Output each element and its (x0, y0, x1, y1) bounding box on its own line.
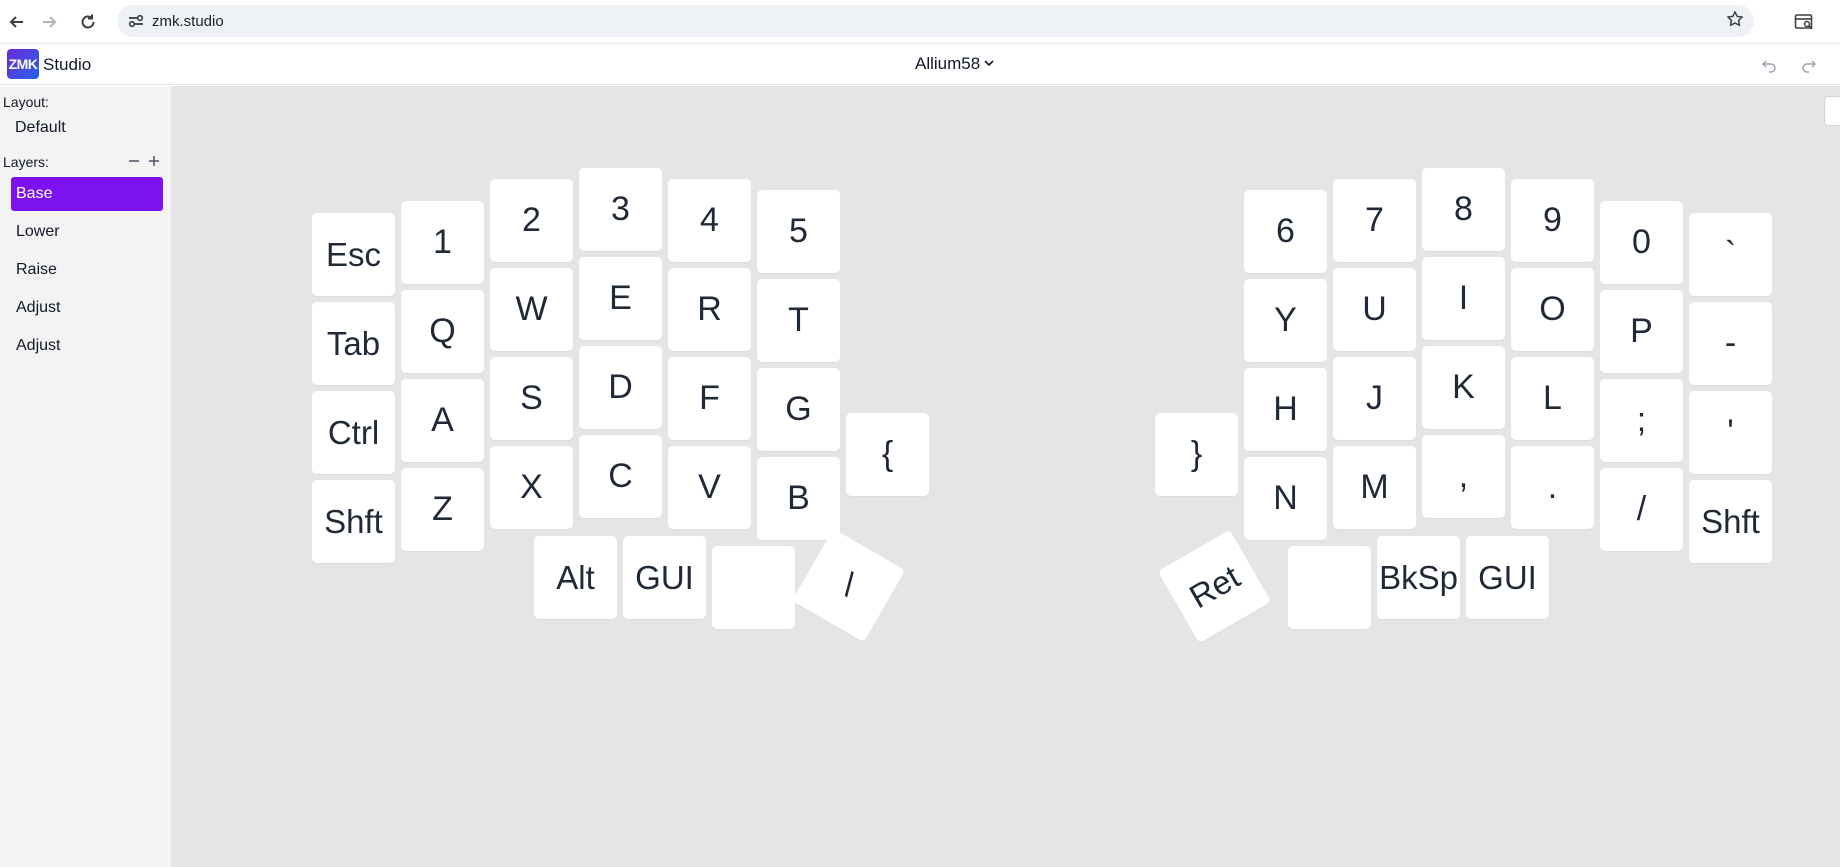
key-d[interactable]: D (579, 346, 662, 429)
key-0[interactable]: 0 (1600, 201, 1683, 284)
key-quote[interactable]: ' (1689, 391, 1772, 474)
key-w[interactable]: W (490, 268, 573, 351)
key-1[interactable]: 1 (401, 201, 484, 284)
key-p[interactable]: P (1600, 290, 1683, 373)
key-h[interactable]: H (1244, 368, 1327, 451)
key-right-thumb-blank[interactable] (1288, 546, 1371, 629)
key-l[interactable]: L (1511, 357, 1594, 440)
redo-icon[interactable] (1798, 54, 1820, 76)
layer-item-raise[interactable]: Raise (11, 253, 163, 287)
key-backspace[interactable]: BkSp (1377, 536, 1460, 619)
layers-list: Base Lower Raise Adjust Adjust (11, 177, 163, 367)
key-f[interactable]: F (668, 357, 751, 440)
key-v[interactable]: V (668, 446, 751, 529)
app-header: ZMK Studio Allium58 (0, 45, 1840, 85)
key-left-thumb-blank[interactable] (712, 546, 795, 629)
key-right-gui[interactable]: GUI (1466, 536, 1549, 619)
layers-label: Layers: (3, 154, 49, 170)
key-m[interactable]: M (1333, 446, 1416, 529)
key-6[interactable]: 6 (1244, 190, 1327, 273)
key-left-gui[interactable]: GUI (623, 536, 706, 619)
key-n[interactable]: N (1244, 457, 1327, 540)
key-semicolon[interactable]: ; (1600, 379, 1683, 462)
sidebar: Layout: Default Layers: Base Lower Raise… (0, 86, 171, 867)
key-q[interactable]: Q (401, 290, 484, 373)
zmk-logo: ZMK (7, 49, 39, 79)
key-o[interactable]: O (1511, 268, 1594, 351)
key-g[interactable]: G (757, 368, 840, 451)
key-s[interactable]: S (490, 357, 573, 440)
app-name: Studio (43, 55, 92, 74)
key-7[interactable]: 7 (1333, 179, 1416, 262)
layer-item-adjust[interactable]: Adjust (11, 291, 163, 325)
key-3[interactable]: 3 (579, 168, 662, 251)
key-j[interactable]: J (1333, 357, 1416, 440)
key-5[interactable]: 5 (757, 190, 840, 273)
undo-icon[interactable] (1758, 54, 1780, 76)
key-period[interactable]: . (1511, 446, 1594, 529)
key-backslash[interactable]: \ (791, 528, 906, 643)
keymap-canvas: Esc 1 2 3 4 5 Tab Q W E R T Ctrl A S D F… (171, 86, 1840, 867)
layout-option-default[interactable]: Default (15, 119, 66, 137)
key-4[interactable]: 4 (668, 179, 751, 262)
key-grave[interactable]: ` (1689, 213, 1772, 296)
url-text: zmk.studio (152, 13, 224, 30)
key-right-brace[interactable]: } (1155, 413, 1238, 496)
key-y[interactable]: Y (1244, 279, 1327, 362)
arrow-right-icon[interactable] (35, 8, 63, 36)
address-bar[interactable]: zmk.studio (117, 5, 1754, 37)
key-c[interactable]: C (579, 435, 662, 518)
arrow-left-icon[interactable] (3, 8, 31, 36)
key-t[interactable]: T (757, 279, 840, 362)
reload-icon[interactable] (74, 8, 102, 36)
key-9[interactable]: 9 (1511, 179, 1594, 262)
browser-toolbar: zmk.studio (0, 0, 1840, 44)
key-2[interactable]: 2 (490, 179, 573, 262)
key-b[interactable]: B (757, 457, 840, 540)
key-comma[interactable]: , (1422, 435, 1505, 518)
key-k[interactable]: K (1422, 346, 1505, 429)
add-layer-icon[interactable] (146, 153, 162, 169)
key-i[interactable]: I (1422, 257, 1505, 340)
remove-layer-icon[interactable] (126, 153, 142, 169)
key-right-shift[interactable]: Shft (1689, 480, 1772, 563)
key-8[interactable]: 8 (1422, 168, 1505, 251)
tab-search-icon[interactable] (1790, 8, 1818, 36)
key-a[interactable]: A (401, 379, 484, 462)
side-panel-toggle[interactable] (1824, 96, 1840, 126)
key-u[interactable]: U (1333, 268, 1416, 351)
keyboard-selector[interactable]: Allium58 (915, 54, 995, 74)
key-return[interactable]: Ret (1157, 529, 1272, 644)
key-left-alt[interactable]: Alt (534, 536, 617, 619)
star-icon[interactable] (1726, 10, 1744, 33)
layout-label: Layout: (3, 94, 49, 110)
key-r[interactable]: R (668, 268, 751, 351)
key-ctrl[interactable]: Ctrl (312, 391, 395, 474)
layer-item-adjust-2[interactable]: Adjust (11, 329, 163, 363)
key-x[interactable]: X (490, 446, 573, 529)
chevron-down-icon (983, 54, 995, 74)
site-settings-icon[interactable] (127, 12, 145, 30)
keyboard-name: Allium58 (915, 54, 981, 73)
key-e[interactable]: E (579, 257, 662, 340)
key-tab[interactable]: Tab (312, 302, 395, 385)
key-left-shift[interactable]: Shft (312, 480, 395, 563)
key-slash[interactable]: / (1600, 468, 1683, 551)
layer-item-lower[interactable]: Lower (11, 215, 163, 249)
layer-item-base[interactable]: Base (11, 177, 163, 211)
key-minus[interactable]: - (1689, 302, 1772, 385)
key-z[interactable]: Z (401, 468, 484, 551)
key-esc[interactable]: Esc (312, 213, 395, 296)
key-left-brace[interactable]: { (846, 413, 929, 496)
